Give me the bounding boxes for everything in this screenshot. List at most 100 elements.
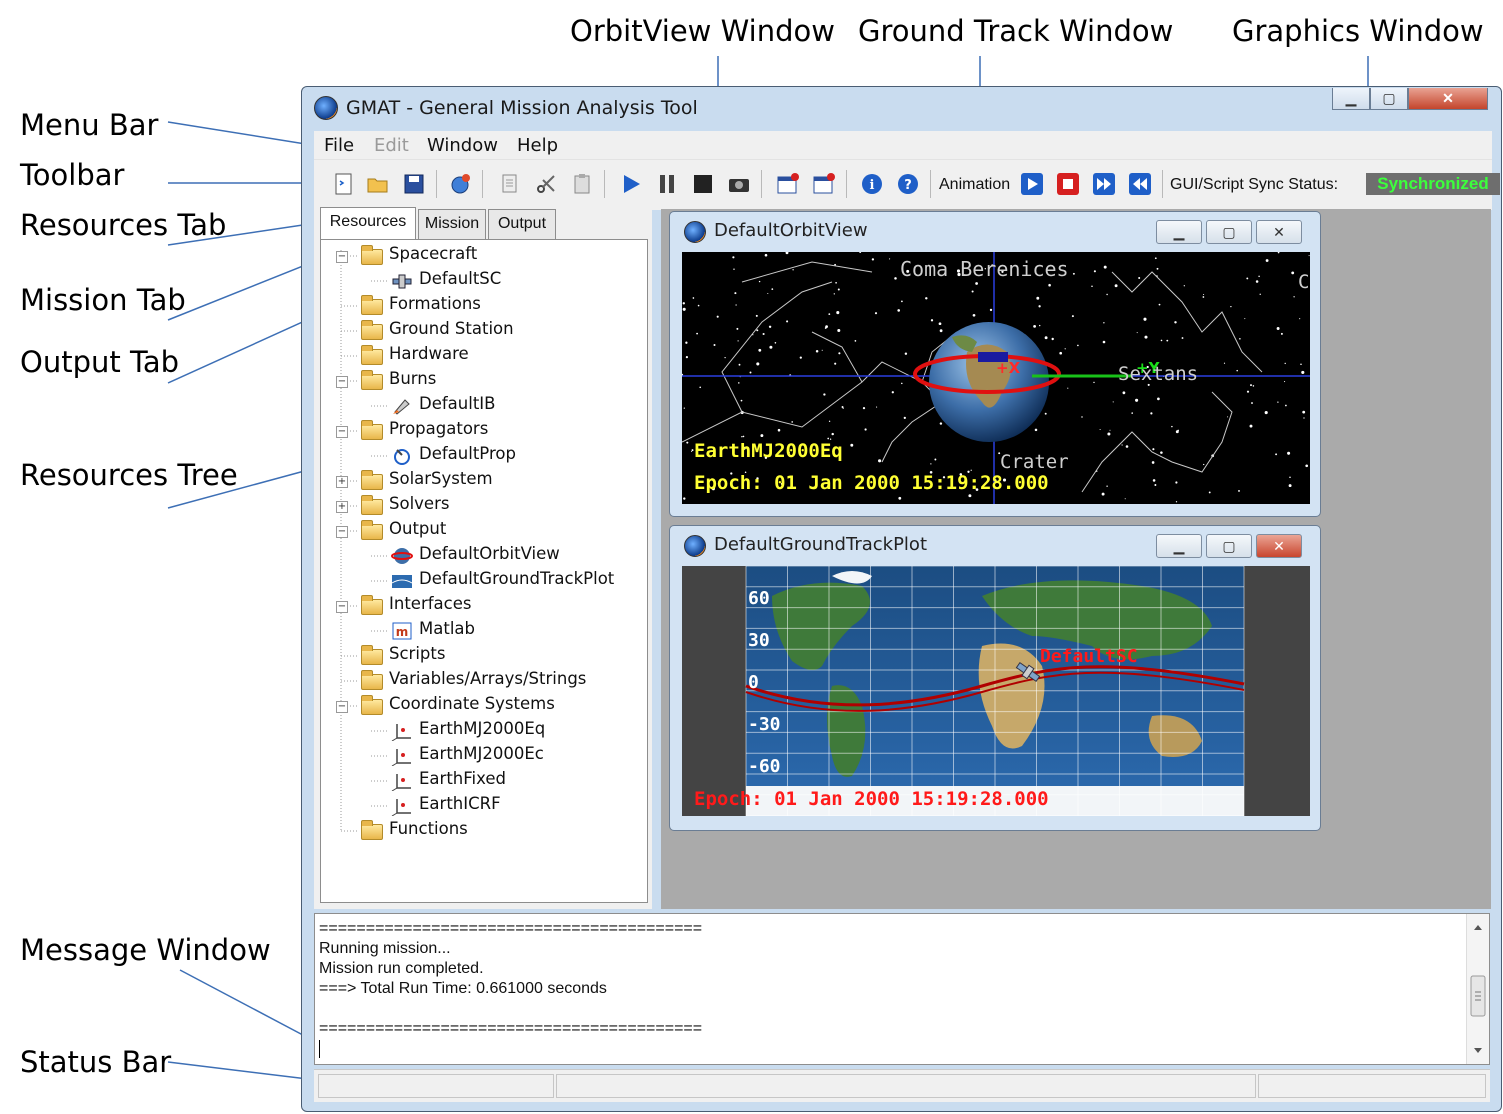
latitude-label: -60	[748, 756, 781, 777]
tree-item[interactable]: DefaultSC	[321, 269, 641, 293]
graphics-window: DefaultOrbitView ▁ ▢ ✕ +X +Y Coma Bereni…	[661, 209, 1491, 909]
tree-item[interactable]: EarthICRF	[321, 794, 641, 818]
tree-folder[interactable]: Hardware	[321, 344, 641, 368]
tree-folder[interactable]: − Propagators	[321, 419, 641, 443]
folder-icon	[361, 420, 383, 440]
folder-icon	[361, 470, 383, 490]
ground-track-canvas[interactable]: DefaultSC 60 30 0 -30 -60 Epoch: 01 Jan 2000…	[682, 566, 1310, 816]
status-bar-section	[1258, 1074, 1486, 1098]
latitude-label: 30	[748, 630, 770, 651]
callout-graphics-window: Graphics Window	[1232, 14, 1484, 48]
tree-item[interactable]: EarthMJ2000Ec	[321, 744, 641, 768]
tree-item[interactable]: DefaultGroundTrackPlot	[321, 569, 641, 593]
orbitview-icon	[391, 548, 413, 564]
constellation-coma-berenices: Coma Berenices	[900, 257, 1069, 281]
tree-item-label: SolarSystem	[389, 469, 493, 488]
tree-folder[interactable]: − Output	[321, 519, 641, 543]
tab-resources[interactable]: Resources	[320, 207, 416, 239]
screenshot-icon[interactable]	[727, 172, 751, 196]
help-icon[interactable]: ?	[896, 172, 920, 196]
collapse-icon[interactable]: −	[336, 526, 348, 538]
tree-item[interactable]: DefaultProp	[321, 444, 641, 468]
close-all-icon[interactable]	[812, 172, 836, 196]
tree-folder[interactable]: Scripts	[321, 644, 641, 668]
folder-icon	[361, 820, 383, 840]
animation-play-icon[interactable]	[1020, 172, 1044, 196]
new-script-icon[interactable]	[332, 172, 356, 196]
run-icon[interactable]	[619, 172, 643, 196]
folder-icon	[361, 295, 383, 315]
close-children-icon[interactable]	[776, 172, 800, 196]
menu-file[interactable]: File	[324, 135, 354, 156]
tree-folder[interactable]: − Interfaces	[321, 594, 641, 618]
menu-help[interactable]: Help	[517, 135, 558, 156]
tree-folder[interactable]: + Solvers	[321, 494, 641, 518]
folder-icon	[361, 645, 383, 665]
tree-item-label: Spacecraft	[389, 244, 478, 263]
coord-icon	[391, 749, 411, 766]
window-minimize-button[interactable]: ▁	[1332, 88, 1370, 110]
callout-mission-tab: Mission Tab	[20, 283, 186, 317]
collapse-icon[interactable]: −	[336, 701, 348, 713]
tree-item[interactable]: DefaultOrbitView	[321, 544, 641, 568]
text-cursor	[319, 1040, 320, 1058]
tree-item-label: DefaultIB	[419, 394, 496, 413]
tree-folder[interactable]: − Coordinate Systems	[321, 694, 641, 718]
orbitview-minimize-button[interactable]: ▁	[1156, 220, 1202, 244]
collapse-icon[interactable]: −	[336, 426, 348, 438]
folder-icon	[361, 670, 383, 690]
orbitview-canvas[interactable]: +X +Y Coma Berenices Sextans Crater C Ea…	[682, 252, 1310, 504]
tree-folder[interactable]: Variables/Arrays/Strings	[321, 669, 641, 693]
tree-folder[interactable]: Formations	[321, 294, 641, 318]
expand-icon[interactable]: +	[336, 501, 348, 513]
collapse-icon[interactable]: −	[336, 376, 348, 388]
expand-icon[interactable]: +	[336, 476, 348, 488]
tree-item-label: Hardware	[389, 344, 469, 363]
tab-output[interactable]: Output	[488, 209, 556, 239]
paste-icon[interactable]	[570, 172, 594, 196]
folder-icon	[361, 695, 383, 715]
copy-icon[interactable]	[498, 172, 522, 196]
message-window[interactable]: ========================================…	[314, 913, 1490, 1065]
new-mission-icon[interactable]	[448, 172, 472, 196]
tab-mission[interactable]: Mission	[418, 209, 486, 239]
tree-folder[interactable]: − Spacecraft	[321, 244, 641, 268]
menu-window[interactable]: Window	[427, 135, 498, 156]
folder-icon	[361, 345, 383, 365]
stop-icon[interactable]	[691, 172, 715, 196]
tree-item-label: Interfaces	[389, 594, 472, 613]
collapse-icon[interactable]: −	[336, 251, 348, 263]
ground-track-close-button[interactable]: ✕	[1256, 534, 1302, 558]
resources-tree: − Spacecraft DefaultSC Formations Ground Sta…	[320, 239, 648, 903]
tree-folder[interactable]: Ground Station	[321, 319, 641, 343]
tree-item[interactable]: DefaultIB	[321, 394, 641, 418]
ground-track-title: DefaultGroundTrackPlot	[714, 534, 928, 555]
propagator-icon	[394, 449, 410, 465]
orbitview-close-button[interactable]: ✕	[1256, 220, 1302, 244]
latitude-label: -30	[748, 714, 781, 735]
save-icon[interactable]	[402, 172, 426, 196]
menu-edit[interactable]: Edit	[374, 135, 409, 156]
tree-folder[interactable]: Functions	[321, 819, 641, 843]
animation-stop-icon[interactable]	[1056, 172, 1080, 196]
status-bar	[314, 1069, 1490, 1102]
window-maximize-button[interactable]: ▢	[1370, 88, 1408, 110]
tree-item[interactable]: EarthMJ2000Eq	[321, 719, 641, 743]
tree-folder[interactable]: − Burns	[321, 369, 641, 393]
tree-item[interactable]: EarthFixed	[321, 769, 641, 793]
orbitview-maximize-button[interactable]: ▢	[1206, 220, 1252, 244]
animation-fast-forward-icon[interactable]	[1092, 172, 1116, 196]
animation-rewind-icon[interactable]	[1128, 172, 1152, 196]
open-folder-icon[interactable]	[366, 172, 390, 196]
window-close-button[interactable]: ✕	[1408, 88, 1488, 110]
tree-folder[interactable]: + SolarSystem	[321, 469, 641, 493]
ground-track-maximize-button[interactable]: ▢	[1206, 534, 1252, 558]
collapse-icon[interactable]: −	[336, 601, 348, 613]
ground-track-minimize-button[interactable]: ▁	[1156, 534, 1202, 558]
message-scrollbar[interactable]	[1466, 914, 1489, 1064]
info-icon[interactable]: i	[860, 172, 884, 196]
cut-icon[interactable]	[534, 172, 558, 196]
pause-icon[interactable]	[655, 172, 679, 196]
tree-item[interactable]: m Matlab	[321, 619, 641, 643]
tree-item-label: EarthMJ2000Ec	[419, 744, 544, 763]
